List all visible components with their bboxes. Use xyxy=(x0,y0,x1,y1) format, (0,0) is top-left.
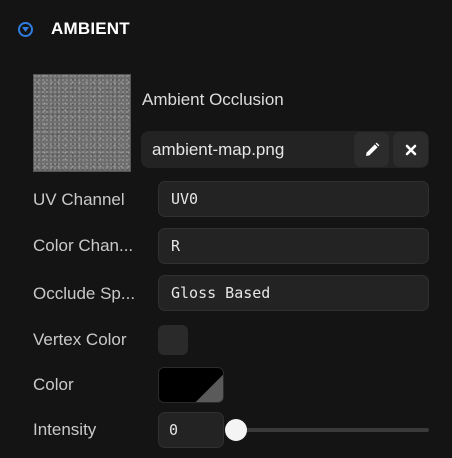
texture-thumbnail[interactable] xyxy=(33,74,131,172)
color-channel-select[interactable]: R xyxy=(158,228,429,264)
occlude-specular-value: Gloss Based xyxy=(171,284,271,302)
close-icon xyxy=(405,144,416,155)
clear-asset-button[interactable] xyxy=(393,132,428,167)
color-channel-label: Color Chan... xyxy=(33,236,134,255)
asset-label: Ambient Occlusion xyxy=(142,90,284,109)
intensity-slider-track[interactable] xyxy=(233,428,429,432)
color-swatch[interactable] xyxy=(158,367,224,403)
uv-channel-value: UV0 xyxy=(171,190,199,208)
uv-channel-label: UV Channel xyxy=(33,190,125,209)
pencil-icon xyxy=(365,142,379,156)
occlude-specular-select[interactable]: Gloss Based xyxy=(158,275,429,311)
section-title: AMBIENT xyxy=(51,19,130,38)
vertex-color-label: Vertex Color xyxy=(33,330,127,349)
color-channel-value: R xyxy=(171,237,181,255)
intensity-input[interactable]: 0 xyxy=(158,412,224,448)
color-label: Color xyxy=(33,375,74,394)
edit-asset-button[interactable] xyxy=(354,132,389,167)
vertex-color-checkbox[interactable] xyxy=(158,325,188,355)
section-header[interactable]: AMBIENT xyxy=(18,16,130,42)
asset-filename: ambient-map.png xyxy=(152,139,285,159)
intensity-label: Intensity xyxy=(33,420,97,439)
uv-channel-select[interactable]: UV0 xyxy=(158,181,429,217)
asset-file-field[interactable]: ambient-map.png xyxy=(141,131,429,168)
intensity-value: 0 xyxy=(169,421,179,439)
occlude-specular-label: Occlude Sp... xyxy=(33,284,136,303)
chevron-down-circle-icon[interactable] xyxy=(18,21,33,37)
intensity-slider-thumb[interactable] xyxy=(225,419,247,441)
